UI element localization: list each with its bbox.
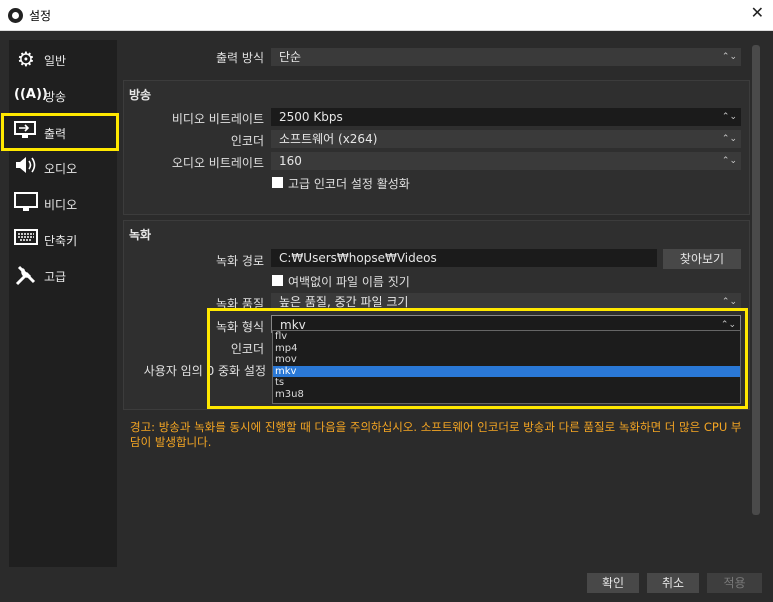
sidebar-item-stream[interactable]: ((A)) 방송 [9,78,117,112]
broadcast-antenna-icon: ((A)) [14,87,48,102]
recording-path-value: C:₩Users₩hopse₩Videos [279,251,437,265]
output-mode-select[interactable]: 단순 ⌃⌄ [271,48,741,66]
sidebar-item-audio[interactable]: 오디오 [9,150,117,184]
no-space-filename-label: 여백없이 파일 이름 짓기 [288,275,410,289]
output-mode-label: 출력 방식 [216,51,264,65]
obs-logo-icon [8,8,23,23]
highlight-box [207,308,748,409]
sidebar-item-label: 고급 [44,270,67,284]
chevron-updown-icon: ⌃⌄ [721,52,737,62]
chevron-updown-icon: ⌃⌄ [721,156,737,166]
ok-button[interactable]: 확인 [587,573,639,593]
keyboard-icon [14,227,38,251]
recording-path-input[interactable]: C:₩Users₩hopse₩Videos [271,249,657,267]
chevron-updown-icon: ⌃⌄ [721,134,737,144]
sidebar-item-label: 출력 [44,127,67,141]
stream-encoder-label: 인코더 [230,134,264,148]
advanced-encoder-checkbox[interactable] [272,177,283,188]
close-icon[interactable]: ✕ [751,5,764,21]
speaker-icon [14,155,38,179]
audio-bitrate-label: 오디오 비트레이트 [171,156,264,170]
sidebar-item-label: 일반 [44,54,67,68]
video-bitrate-value: 2500 Kbps [279,110,343,124]
sidebar-item-general[interactable]: ⚙ 일반 [9,42,117,76]
monitor-icon [14,191,38,215]
apply-button[interactable]: 적용 [707,573,762,593]
audio-bitrate-select[interactable]: 160 ⌃⌄ [271,152,741,170]
output-mode-value: 단순 [279,50,302,64]
advanced-encoder-label: 고급 인코더 설정 활성화 [288,177,410,191]
sidebar-item-label: 비디오 [44,198,78,212]
sidebar-item-label: 단축키 [44,234,78,248]
stream-encoder-select[interactable]: 소프트웨어 (x264) ⌃⌄ [271,130,741,148]
no-space-filename-checkbox[interactable] [272,275,283,286]
sidebar-item-label: 오디오 [44,162,78,176]
video-bitrate-label: 비디오 비트레이트 [171,112,264,126]
cancel-button[interactable]: 취소 [647,573,699,593]
audio-bitrate-value: 160 [279,154,302,168]
stream-encoder-value: 소프트웨어 (x264) [279,132,378,146]
sidebar-item-advanced[interactable]: 고급 [9,258,117,292]
title-bar: 설정 ✕ [0,0,773,31]
settings-sidebar: ⚙ 일반 ((A)) 방송 출력 오디오 비디오 단축키 고급 [1,40,119,567]
warning-text: 경고: 방송과 녹화를 동시에 진행할 때 다음을 주의하십시오. 소프트웨어 … [130,420,742,449]
sidebar-item-output[interactable]: 출력 [1,113,119,151]
recording-group-title: 녹화 [129,228,152,242]
gear-icon: ⚙ [17,47,35,71]
recording-path-label: 녹화 경로 [216,254,264,268]
recording-quality-value: 높은 품질, 중간 파일 크기 [279,295,409,309]
video-bitrate-spinbox[interactable]: 2500 Kbps ⌃⌄ [271,108,741,126]
spin-arrows-icon[interactable]: ⌃⌄ [722,108,737,126]
streaming-group-title: 방송 [129,88,152,102]
output-monitor-icon [13,120,37,144]
wrench-screwdriver-icon [14,263,38,287]
browse-button[interactable]: 찾아보기 [663,249,741,269]
scrollbar[interactable] [752,45,760,515]
window-title: 설정 [29,9,52,23]
sidebar-item-video[interactable]: 비디오 [9,186,117,220]
sidebar-item-hotkeys[interactable]: 단축키 [9,222,117,256]
sidebar-item-label: 방송 [44,90,67,104]
